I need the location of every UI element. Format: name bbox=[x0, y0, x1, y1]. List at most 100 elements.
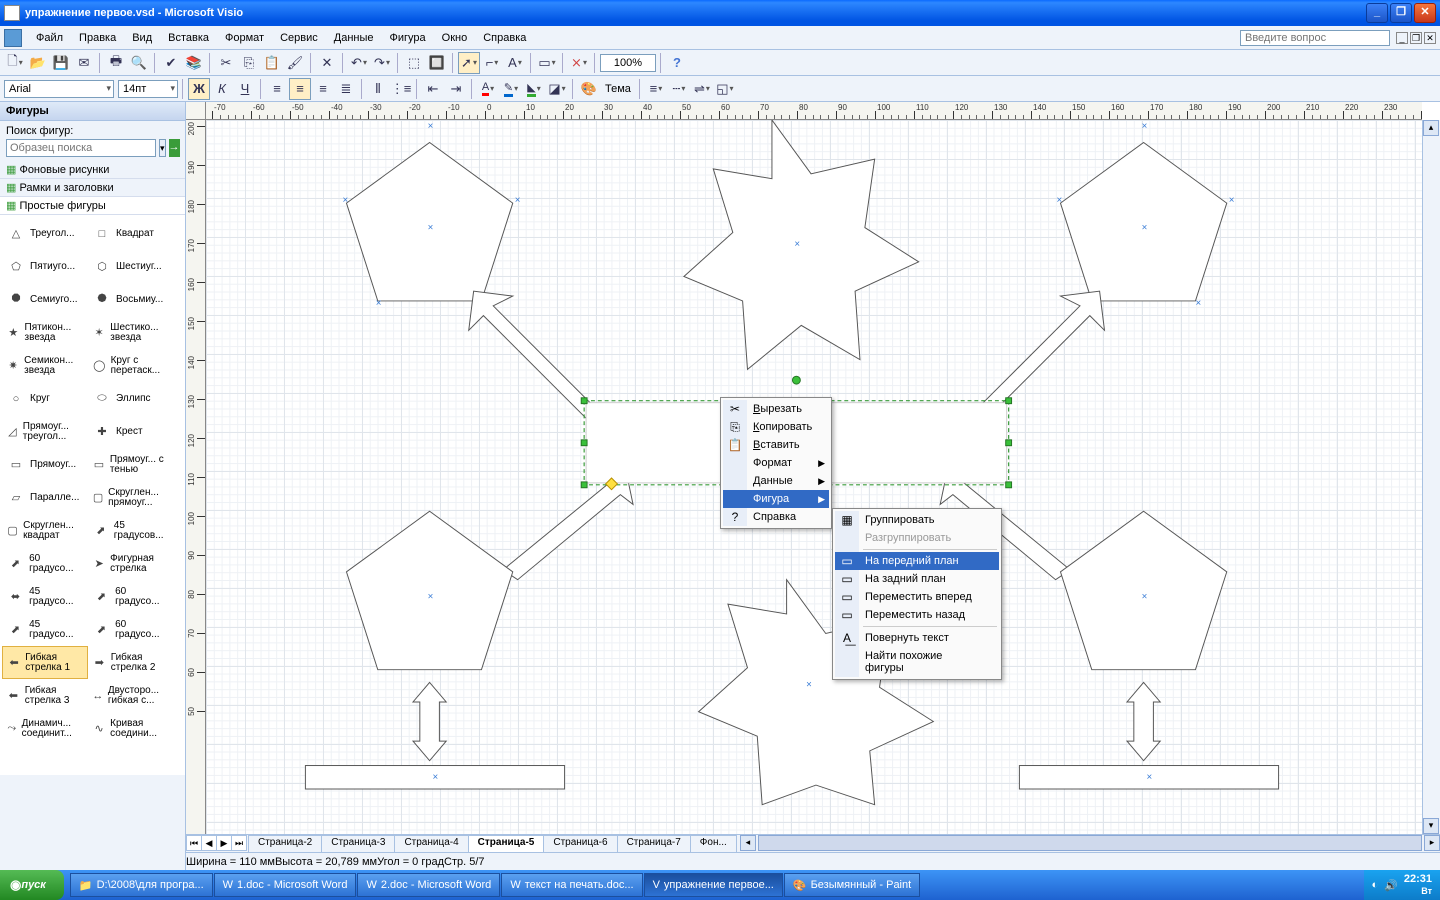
spellcheck-button[interactable]: ✔ bbox=[160, 52, 182, 74]
context-menu-item[interactable]: Данные▶ bbox=[723, 472, 829, 490]
page-tab[interactable]: Страница-7 bbox=[617, 835, 691, 852]
tray-icon[interactable]: ◐ bbox=[1372, 879, 1379, 891]
shape-master[interactable]: ✷Семикон... звезда bbox=[2, 349, 88, 382]
page-prev-button[interactable]: ◀ bbox=[201, 835, 217, 851]
zoom-combo[interactable] bbox=[600, 54, 656, 72]
shape-master[interactable]: ∿Кривая соедини... bbox=[88, 712, 174, 745]
print-button[interactable]: 🖶 bbox=[105, 52, 127, 74]
pan-zoom-button[interactable]: 🔲 bbox=[426, 52, 448, 74]
mdi-max[interactable]: ❐ bbox=[1410, 32, 1422, 44]
text-tool-button[interactable]: A bbox=[504, 52, 526, 74]
horizontal-scrollbar[interactable]: ◂ ▸ bbox=[740, 835, 1440, 852]
system-tray[interactable]: ◐ 🔊 22:31Вт bbox=[1364, 870, 1440, 900]
context-menu-item[interactable]: Фигура▶ bbox=[723, 490, 829, 508]
context-menu[interactable]: ✂Вырезать⎘Копировать📋ВставитьФормат▶Данн… bbox=[720, 397, 832, 529]
stencil-borders[interactable]: Рамки и заголовки bbox=[0, 179, 185, 197]
mdi-close[interactable]: ✕ bbox=[1424, 32, 1436, 44]
italic-button[interactable]: К bbox=[211, 78, 233, 100]
context-menu-item[interactable]: 📋Вставить bbox=[723, 436, 829, 454]
undo-button[interactable]: ↶ bbox=[348, 52, 370, 74]
align-left-button[interactable]: ≡ bbox=[266, 78, 288, 100]
context-menu-item[interactable]: ▭Переместить назад bbox=[835, 606, 999, 624]
taskbar-app-button[interactable]: Vупражнение первое... bbox=[644, 873, 783, 897]
shape-star-top[interactable]: × bbox=[684, 120, 919, 369]
mdi-min[interactable]: _ bbox=[1396, 32, 1408, 44]
increase-indent-button[interactable]: ⇥ bbox=[445, 78, 467, 100]
context-menu-item[interactable]: Найти похожие фигуры bbox=[835, 647, 999, 677]
menu-view[interactable]: Вид bbox=[124, 29, 160, 47]
stencil-backgrounds[interactable]: Фоновые рисунки bbox=[0, 161, 185, 179]
shape-master[interactable]: ⬈45 градусов... bbox=[88, 514, 174, 547]
menu-shape[interactable]: Фигура bbox=[382, 29, 434, 47]
distribute-button[interactable]: ⫴ bbox=[367, 78, 389, 100]
theme-label[interactable]: Тема bbox=[601, 83, 635, 95]
page-tab[interactable]: Фон... bbox=[690, 835, 737, 852]
start-button[interactable]: пуск bbox=[0, 870, 64, 900]
context-menu-item[interactable]: ✂Вырезать bbox=[723, 400, 829, 418]
page-tab[interactable]: Страница-6 bbox=[543, 835, 617, 852]
pointer-tool-button[interactable]: ➚ bbox=[458, 52, 480, 74]
menu-edit[interactable]: Правка bbox=[71, 29, 124, 47]
page-first-button[interactable]: ⏮ bbox=[186, 835, 202, 851]
menu-help[interactable]: Справка bbox=[475, 29, 534, 47]
shape-master[interactable]: ▢Скруглен... прямоуг... bbox=[88, 481, 174, 514]
open-button[interactable]: 📂 bbox=[27, 52, 49, 74]
shape-master[interactable]: ⬈60 градусо... bbox=[88, 580, 174, 613]
fill-color-button[interactable]: ◣ bbox=[523, 78, 545, 100]
copy-button[interactable]: ⎘ bbox=[238, 52, 260, 74]
shape-rect-bottom-left[interactable]: × bbox=[305, 766, 564, 789]
shape-master[interactable]: ✚Крест bbox=[88, 415, 174, 448]
shape-pentagon-bottom-right[interactable]: × bbox=[1060, 511, 1226, 669]
shape-master[interactable]: ⬈60 градусо... bbox=[88, 613, 174, 646]
shape-master[interactable]: ✶Шестико... звезда bbox=[88, 316, 174, 349]
minimize-button[interactable]: _ bbox=[1366, 3, 1388, 23]
shape-master[interactable]: ⯄Восьмиу... bbox=[88, 283, 174, 316]
line-color-button[interactable]: ✎ bbox=[500, 78, 522, 100]
connection-point-button[interactable]: ⨯ bbox=[568, 52, 590, 74]
vertical-scrollbar[interactable]: ▴ ▾ bbox=[1422, 120, 1440, 834]
rectangle-tool-button[interactable]: ▭ bbox=[536, 52, 558, 74]
paste-button[interactable]: 📋 bbox=[261, 52, 283, 74]
shape-master[interactable]: ⬠Пятиуго... bbox=[2, 250, 88, 283]
redo-button[interactable]: ↷ bbox=[371, 52, 393, 74]
shadow-button[interactable]: ◪ bbox=[546, 78, 568, 100]
save-button[interactable]: 💾 bbox=[50, 52, 72, 74]
theme-icon[interactable]: 🎨 bbox=[578, 78, 600, 100]
context-menu-item[interactable]: ?Справка bbox=[723, 508, 829, 526]
shape-master[interactable]: ⬡Шестиуг... bbox=[88, 250, 174, 283]
taskbar-app-button[interactable]: Wтекст на печать.doc... bbox=[501, 873, 642, 897]
font-combo[interactable]: Arial bbox=[4, 80, 114, 98]
scroll-right-button[interactable]: ▸ bbox=[1424, 835, 1440, 851]
research-button[interactable]: 📚 bbox=[183, 52, 205, 74]
page-tab[interactable]: Страница-4 bbox=[394, 835, 468, 852]
shape-pentagon-top-left[interactable]: × ××××× bbox=[343, 121, 521, 309]
bullets-button[interactable]: ⋮≡ bbox=[390, 78, 412, 100]
shape-master[interactable]: ↔Двусторо... гибкая с... bbox=[88, 679, 174, 712]
context-menu-item[interactable]: ▭На задний план bbox=[835, 570, 999, 588]
shape-master[interactable]: ▱Паралле... bbox=[2, 481, 88, 514]
page-next-button[interactable]: ▶ bbox=[216, 835, 232, 851]
context-menu-item[interactable]: ⎘Копировать bbox=[723, 418, 829, 436]
page-tab[interactable]: Страница-2 bbox=[248, 835, 322, 852]
justify-button[interactable]: ≣ bbox=[335, 78, 357, 100]
scroll-down-button[interactable]: ▾ bbox=[1423, 818, 1439, 834]
shape-updown-arrow-left[interactable] bbox=[413, 682, 446, 760]
shape-pentagon-top-right[interactable]: × ××××× bbox=[1057, 121, 1235, 309]
menu-window[interactable]: Окно bbox=[434, 29, 476, 47]
taskbar-app-button[interactable]: W2.doc - Microsoft Word bbox=[357, 873, 500, 897]
align-right-button[interactable]: ≡ bbox=[312, 78, 334, 100]
context-menu-item[interactable]: Формат▶ bbox=[723, 454, 829, 472]
taskbar-app-button[interactable]: 🎨Безымянный - Paint bbox=[784, 873, 920, 897]
shape-master[interactable]: ⬅Гибкая стрелка 3 bbox=[2, 679, 88, 712]
shape-master[interactable]: ⬅Гибкая стрелка 1 bbox=[2, 646, 88, 679]
menu-tools[interactable]: Сервис bbox=[272, 29, 326, 47]
scroll-up-button[interactable]: ▴ bbox=[1423, 120, 1439, 136]
line-ends-button[interactable]: ⇌ bbox=[691, 78, 713, 100]
help-button[interactable]: ? bbox=[666, 52, 688, 74]
delete-button[interactable]: ✕ bbox=[316, 52, 338, 74]
shape-master[interactable]: □Квадрат bbox=[88, 217, 174, 250]
shapes-window-button[interactable]: ⬚ bbox=[403, 52, 425, 74]
shape-master[interactable]: ◿Прямоуг... треугол... bbox=[2, 415, 88, 448]
underline-button[interactable]: Ч bbox=[234, 78, 256, 100]
shape-master[interactable]: ⬈60 градусо... bbox=[2, 547, 88, 580]
